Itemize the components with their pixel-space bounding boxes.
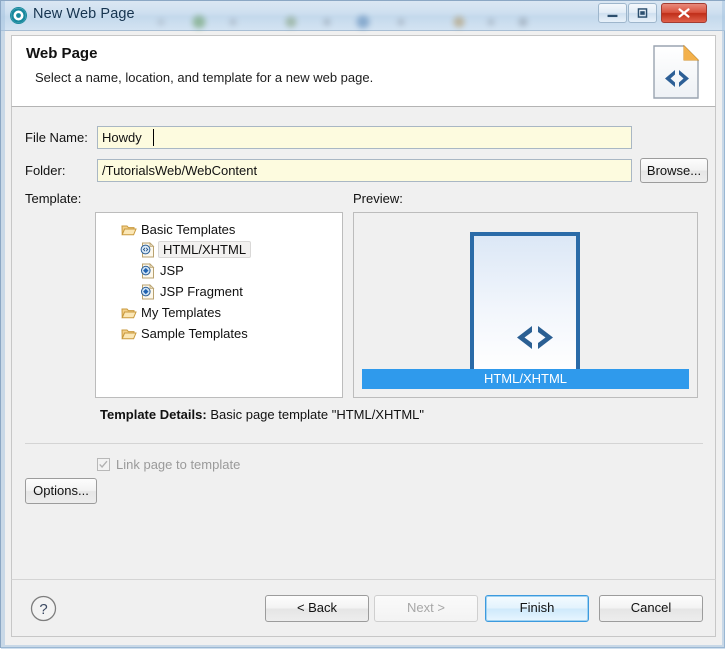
- file-name-label: File Name:: [25, 130, 88, 145]
- web-page-document-icon: [653, 44, 700, 99]
- finish-button[interactable]: Finish: [485, 595, 589, 622]
- jsp-file-icon: [141, 262, 155, 278]
- template-details-value: Basic page template "HTML/XHTML": [210, 407, 425, 422]
- options-button[interactable]: Options...: [25, 478, 97, 504]
- tree-item-label: JSP: [160, 263, 184, 278]
- new-web-page-dialog: New Web Page Web Page Select a name, loc…: [0, 0, 725, 649]
- preview-caption: HTML/XHTML: [362, 369, 689, 389]
- folder-open-icon: [121, 308, 137, 318]
- minimize-icon: [607, 14, 618, 18]
- folder-open-icon: [121, 225, 137, 235]
- tree-item-label: My Templates: [141, 305, 221, 320]
- svg-text:?: ?: [39, 601, 47, 618]
- cancel-button[interactable]: Cancel: [599, 595, 703, 622]
- tree-item-label: JSP Fragment: [160, 284, 243, 299]
- tree-item-jsp[interactable]: JSP: [140, 261, 184, 280]
- title-bar[interactable]: New Web Page: [1, 1, 725, 31]
- tree-item-sample-templates[interactable]: Sample Templates: [121, 324, 248, 343]
- html-file-icon: [140, 241, 155, 257]
- html-page-preview-icon: [470, 232, 580, 374]
- folder-open-icon: [121, 329, 137, 339]
- template-tree[interactable]: Basic Templates HTML/XHTML JSP JSP Fragm…: [95, 212, 343, 398]
- close-icon: [678, 8, 690, 18]
- dialog-footer: ? < Back Next > Finish Cancel: [11, 579, 716, 637]
- aero-glass-blur: [151, 13, 571, 31]
- page-subtitle: Select a name, location, and template fo…: [35, 70, 374, 85]
- minimize-button[interactable]: [598, 3, 627, 23]
- link-page-to-template-checkbox: [97, 458, 110, 471]
- back-button[interactable]: < Back: [265, 595, 369, 622]
- tree-item-my-templates[interactable]: My Templates: [121, 303, 221, 322]
- tree-item-label: Basic Templates: [141, 222, 236, 237]
- tree-item-basic-templates[interactable]: Basic Templates: [121, 220, 235, 239]
- tree-item-jsp-fragment[interactable]: JSP Fragment: [140, 282, 243, 301]
- template-details-label: Template Details:: [100, 407, 207, 422]
- page-title: Web Page: [26, 45, 98, 62]
- checkmark-icon: [99, 460, 108, 468]
- link-page-to-template-label: Link page to template: [116, 457, 241, 472]
- maximize-button[interactable]: [628, 3, 657, 23]
- close-button[interactable]: [661, 3, 707, 23]
- help-button[interactable]: ?: [30, 595, 57, 622]
- template-label: Template:: [25, 191, 82, 206]
- tree-item-label: Sample Templates: [141, 326, 248, 341]
- template-details: Template Details: Basic page template "H…: [100, 407, 424, 422]
- maximize-icon: [637, 8, 648, 18]
- tree-item-html-xhtml[interactable]: HTML/XHTML: [140, 240, 252, 259]
- folder-label: Folder:: [25, 163, 66, 178]
- section-divider: [25, 443, 703, 444]
- dialog-body: File Name: Folder: Browse... Template: P…: [11, 107, 716, 579]
- eclipse-circle-icon: [10, 7, 27, 24]
- jsp-file-icon: [141, 283, 155, 299]
- template-preview-panel: HTML/XHTML: [353, 212, 698, 398]
- browse-button[interactable]: Browse...: [640, 158, 708, 183]
- folder-input[interactable]: [97, 159, 632, 182]
- window-title: New Web Page: [33, 6, 135, 22]
- file-name-input[interactable]: [97, 126, 632, 149]
- next-button: Next >: [374, 595, 478, 622]
- preview-label: Preview:: [353, 191, 403, 206]
- tree-item-label: HTML/XHTML: [158, 241, 252, 258]
- link-page-to-template-row[interactable]: Link page to template: [97, 457, 240, 472]
- text-caret: [153, 129, 154, 146]
- wizard-header: Web Page Select a name, location, and te…: [11, 35, 716, 107]
